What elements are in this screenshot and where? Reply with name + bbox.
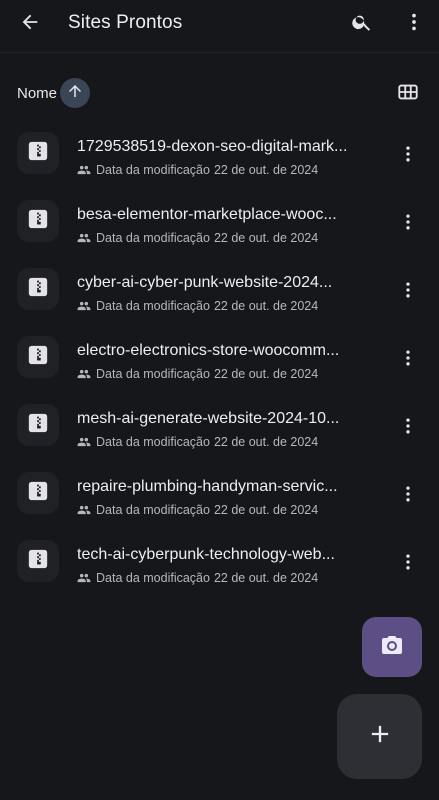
file-thumbnail (17, 200, 59, 242)
shared-people-icon (77, 503, 91, 517)
zip-file-icon (27, 412, 49, 439)
more-vert-icon (398, 280, 418, 305)
file-thumbnail (17, 404, 59, 446)
item-more-button[interactable] (388, 272, 428, 312)
camera-icon (380, 633, 404, 662)
view-toggle-button[interactable] (388, 74, 428, 114)
arrow-up-icon (66, 82, 84, 105)
divider (0, 52, 439, 53)
item-more-button[interactable] (388, 408, 428, 448)
file-name: besa-elementor-marketplace-wooc... (77, 206, 337, 223)
search-button[interactable] (342, 4, 382, 44)
modified-date: 22 de out. de 2024 (213, 367, 319, 381)
item-more-button[interactable] (388, 136, 428, 176)
list-item[interactable]: cyber-ai-cyber-punk-website-2024... Data… (0, 256, 439, 324)
modified-label: Data da modificação (96, 367, 210, 381)
zip-file-icon (27, 276, 49, 303)
list-item[interactable]: 1729538519-dexon-seo-digital-mark... Dat… (0, 120, 439, 188)
search-icon (351, 11, 373, 38)
list-item[interactable]: tech-ai-cyberpunk-technology-web... Data… (0, 528, 439, 596)
modified-label: Data da modificação (96, 503, 210, 517)
modified-label: Data da modificação (96, 299, 210, 313)
more-vert-icon (398, 484, 418, 509)
zip-file-icon (27, 548, 49, 575)
arrow-left-icon (19, 11, 41, 38)
item-more-button[interactable] (388, 204, 428, 244)
sort-direction-button[interactable] (60, 78, 90, 108)
shared-people-icon (77, 367, 91, 381)
zip-file-icon (27, 208, 49, 235)
modified-label: Data da modificação (96, 571, 210, 585)
file-thumbnail (17, 540, 59, 582)
zip-file-icon (27, 480, 49, 507)
top-app-bar: Sites Prontos (0, 0, 439, 52)
modified-date: 22 de out. de 2024 (213, 503, 319, 517)
new-item-fab-button[interactable] (337, 694, 422, 779)
file-thumbnail (17, 268, 59, 310)
item-more-button[interactable] (388, 476, 428, 516)
list-item[interactable]: mesh-ai-generate-website-2024-10... Data… (0, 392, 439, 460)
list-item[interactable]: besa-elementor-marketplace-wooc... Data … (0, 188, 439, 256)
file-name: 1729538519-dexon-seo-digital-mark... (77, 138, 348, 155)
file-meta: Data da modificação 22 de out. de 2024 (77, 434, 318, 450)
page-title: Sites Prontos (68, 12, 183, 33)
list-item[interactable]: repaire-plumbing-handyman-servic... Data… (0, 460, 439, 528)
item-more-button[interactable] (388, 544, 428, 584)
shared-people-icon (77, 231, 91, 245)
file-meta: Data da modificação 22 de out. de 2024 (77, 230, 318, 246)
file-thumbnail (17, 336, 59, 378)
file-name: cyber-ai-cyber-punk-website-2024... (77, 274, 333, 291)
scan-fab-button[interactable] (362, 617, 422, 677)
file-name: mesh-ai-generate-website-2024-10... (77, 410, 340, 427)
more-vert-icon (398, 144, 418, 169)
modified-label: Data da modificação (96, 231, 210, 245)
more-vert-icon (398, 552, 418, 577)
more-vert-icon (398, 348, 418, 373)
shared-people-icon (77, 163, 91, 177)
file-name: repaire-plumbing-handyman-servic... (77, 478, 338, 495)
modified-label: Data da modificação (96, 435, 210, 449)
shared-people-icon (77, 435, 91, 449)
modified-date: 22 de out. de 2024 (213, 571, 319, 585)
more-vert-icon (403, 11, 425, 38)
shared-people-icon (77, 571, 91, 585)
file-list: 1729538519-dexon-seo-digital-mark... Dat… (0, 120, 439, 596)
file-meta: Data da modificação 22 de out. de 2024 (77, 298, 318, 314)
zip-file-icon (27, 140, 49, 167)
file-name: electro-electronics-store-woocomm... (77, 342, 340, 359)
sort-label[interactable]: Nome (17, 85, 57, 102)
modified-date: 22 de out. de 2024 (213, 299, 319, 313)
plus-icon (366, 720, 394, 753)
file-meta: Data da modificação 22 de out. de 2024 (77, 570, 318, 586)
more-vert-icon (398, 212, 418, 237)
file-meta: Data da modificação 22 de out. de 2024 (77, 162, 318, 178)
modified-date: 22 de out. de 2024 (213, 163, 319, 177)
sort-bar: Nome (0, 74, 439, 114)
more-options-button[interactable] (394, 4, 434, 44)
file-meta: Data da modificação 22 de out. de 2024 (77, 366, 318, 382)
shared-people-icon (77, 299, 91, 313)
modified-date: 22 de out. de 2024 (213, 231, 319, 245)
modified-label: Data da modificação (96, 163, 210, 177)
modified-date: 22 de out. de 2024 (213, 435, 319, 449)
file-thumbnail (17, 472, 59, 514)
list-item[interactable]: electro-electronics-store-woocomm... Dat… (0, 324, 439, 392)
more-vert-icon (398, 416, 418, 441)
file-name: tech-ai-cyberpunk-technology-web... (77, 546, 335, 563)
file-meta: Data da modificação 22 de out. de 2024 (77, 502, 318, 518)
grid-view-icon (397, 81, 419, 108)
zip-file-icon (27, 344, 49, 371)
back-button[interactable] (10, 4, 50, 44)
file-thumbnail (17, 132, 59, 174)
item-more-button[interactable] (388, 340, 428, 380)
drive-folder-screen: Sites Prontos Nome 1729538519-dexon-seo-… (0, 0, 439, 800)
